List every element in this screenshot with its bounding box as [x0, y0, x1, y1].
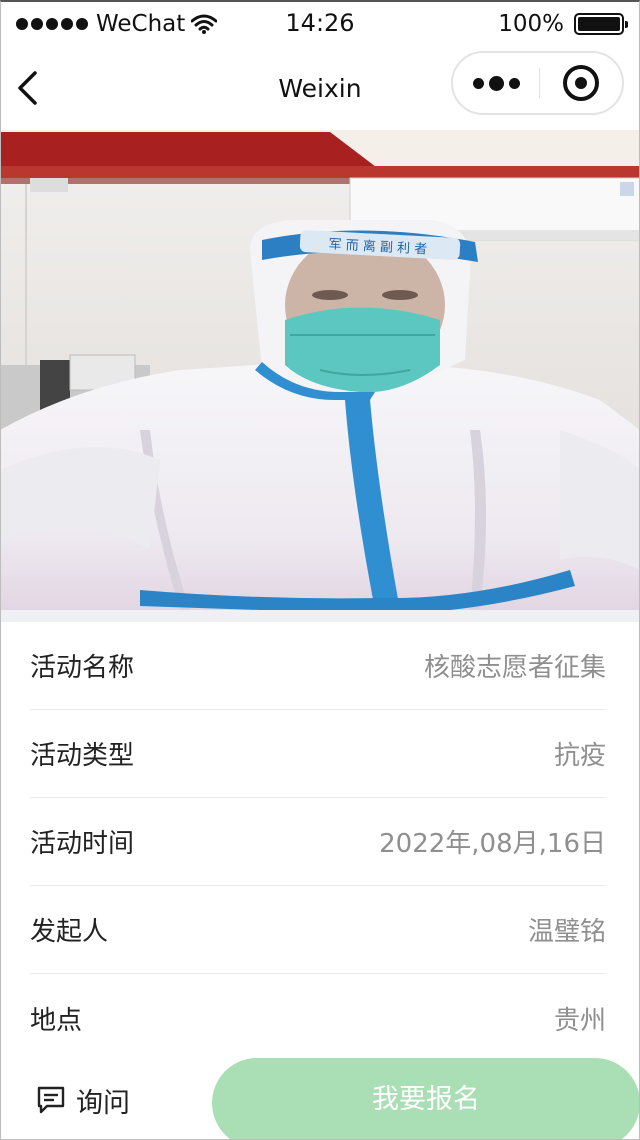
message-icon	[37, 1086, 65, 1114]
nav-bar: Weixin	[0, 48, 640, 130]
info-row-initiator: 发起人 温璧铭	[30, 886, 606, 974]
info-row-name: 活动名称 核酸志愿者征集	[30, 622, 606, 710]
enroll-button[interactable]: 我要报名	[212, 1058, 640, 1140]
carrier-name: WeChat	[96, 11, 186, 37]
info-value: 抗疫	[553, 741, 606, 771]
section-divider	[0, 610, 640, 622]
miniprogram-capsule	[451, 51, 624, 115]
info-label: 活动类型	[30, 741, 135, 771]
battery-percent: 100%	[498, 11, 564, 37]
more-dots-icon[interactable]	[453, 53, 539, 113]
info-label: 地点	[30, 1005, 83, 1036]
activity-photo: 军 而 离 副 利 者	[0, 130, 640, 610]
info-row-type: 活动类型 抗疫	[30, 710, 606, 798]
activity-info-list: 活动名称 核酸志愿者征集 活动类型 抗疫 活动时间 2022年,08月,16日 …	[30, 622, 606, 1062]
info-row-time: 活动时间 2022年,08月,16日	[30, 798, 606, 886]
info-value: 贵州	[553, 1005, 606, 1036]
close-target-icon[interactable]	[540, 53, 622, 113]
signal-dots-icon	[16, 18, 88, 30]
info-label: 活动时间	[30, 829, 135, 859]
info-value: 核酸志愿者征集	[423, 653, 606, 683]
inquire-label: 询问	[76, 1087, 130, 1119]
info-row-location: 地点 贵州	[30, 974, 606, 1062]
inquire-button[interactable]: 询问	[36, 1080, 130, 1120]
battery-icon	[574, 13, 628, 35]
info-value: 温璧铭	[527, 917, 606, 947]
status-bar: WeChat 14:26 100%	[0, 0, 640, 48]
info-label: 活动名称	[30, 653, 135, 683]
wifi-icon	[191, 14, 218, 34]
info-value: 2022年,08月,16日	[379, 829, 606, 859]
info-label: 发起人	[30, 917, 109, 947]
